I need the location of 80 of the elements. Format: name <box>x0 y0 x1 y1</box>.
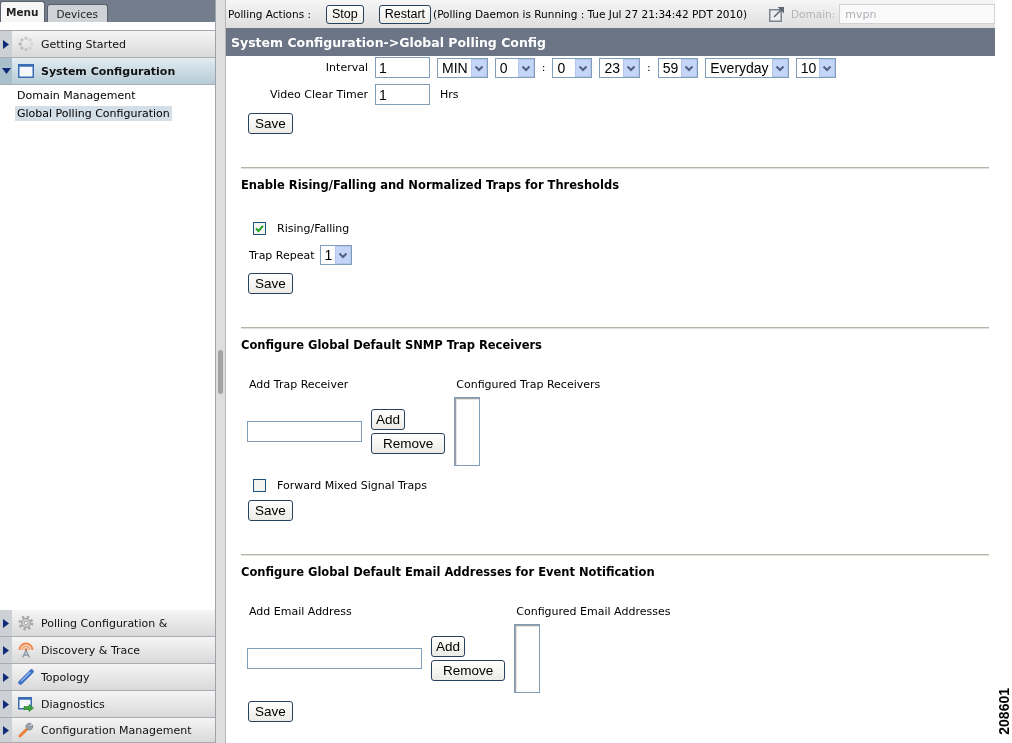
checkbox[interactable] <box>253 478 266 492</box>
section-heading: Enable Rising/Falling and Normalized Traps for Thresholds <box>241 178 620 192</box>
unit-label: Hrs <box>440 88 459 101</box>
add-button[interactable]: Add <box>371 409 406 430</box>
dropdown[interactable]: MIN <box>437 57 488 78</box>
accordion-item[interactable]: Diagnostics <box>0 691 215 718</box>
list-box[interactable] <box>514 624 541 693</box>
chevron-down-icon <box>681 58 698 77</box>
accordion-item[interactable]: Polling Configuration & <box>0 610 215 637</box>
field-label: Video Clear Timer <box>268 88 368 101</box>
chevron-down-icon <box>622 58 639 77</box>
chevron-down-icon <box>575 58 592 77</box>
accordion-item[interactable]: Discovery & Trace <box>0 637 215 664</box>
toolbar-label: Polling Actions : <box>228 8 312 20</box>
caret-right-icon <box>3 672 9 682</box>
status-text: (Polling Daemon is Running : Tue Jul 27 21:34:42 PDT 2010) <box>433 8 747 20</box>
field-label: Add Trap Receiver <box>248 378 350 391</box>
chevron-down-icon <box>517 58 534 77</box>
add-button[interactable]: Add <box>431 636 466 657</box>
time-separator: : <box>541 61 546 74</box>
caret-right-icon <box>3 699 9 709</box>
accordion-item[interactable]: System Configuration <box>0 58 215 85</box>
toolbar-button[interactable]: Restart <box>378 4 432 24</box>
section-heading: Configure Global Default SNMP Trap Receivers <box>241 338 542 352</box>
window-icon <box>18 63 34 79</box>
remove-button[interactable]: Remove <box>431 660 506 681</box>
text-field[interactable] <box>247 648 422 669</box>
save-button[interactable]: Save <box>248 500 293 521</box>
checkbox[interactable] <box>253 221 266 235</box>
wrench-icon <box>18 722 34 738</box>
field-label: Interval <box>324 61 368 74</box>
tree-item[interactable]: Global Polling Configuration <box>15 105 172 121</box>
text-field[interactable] <box>247 421 362 442</box>
dropdown[interactable]: 0 <box>494 57 535 78</box>
figure-number: 208601 <box>995 688 1012 735</box>
save-button[interactable]: Save <box>248 113 293 134</box>
caret-down-icon <box>1 68 11 74</box>
antenna-icon <box>18 642 34 658</box>
time-separator: : <box>646 61 651 74</box>
field-label: Trap Repeat <box>249 248 315 262</box>
caret-right-icon <box>3 39 9 49</box>
remove-button[interactable]: Remove <box>371 433 446 454</box>
external-link-icon[interactable] <box>769 6 785 22</box>
link-icon <box>18 669 34 685</box>
tree-item[interactable]: Domain Management <box>15 87 138 103</box>
chevron-down-icon <box>771 58 788 77</box>
accordion-item[interactable]: Getting Started <box>0 31 215 58</box>
checkbox-label: Rising/Falling <box>277 221 350 235</box>
save-button[interactable]: Save <box>248 701 293 722</box>
section-heading: Configure Global Default Email Addresses for Event Notification <box>241 565 655 579</box>
checkbox-label: Forward Mixed Signal Traps <box>277 478 428 492</box>
dropdown[interactable]: 59 <box>657 57 699 78</box>
caret-right-icon <box>3 725 9 735</box>
dotted-circle-icon <box>18 36 34 52</box>
page-header: System Configuration->Global Polling Config <box>226 28 995 56</box>
splitter-handle[interactable] <box>218 349 223 394</box>
text-field[interactable]: 1 <box>375 57 430 78</box>
dropdown[interactable]: 10 <box>795 57 837 78</box>
sidebar-tab[interactable]: Menu <box>0 1 45 22</box>
sidebar-tab[interactable]: Devices <box>46 4 108 22</box>
field-label: Add Email Address <box>248 605 353 618</box>
caret-right-icon <box>3 618 9 628</box>
dropdown[interactable]: 1 <box>319 245 353 265</box>
chevron-down-icon <box>335 246 352 264</box>
toolbar-button[interactable]: Stop <box>326 4 364 24</box>
domain-label: Domain: <box>791 8 836 20</box>
accordion-item[interactable]: Topology <box>0 664 215 691</box>
text-field[interactable]: 1 <box>375 84 430 105</box>
chevron-down-icon <box>819 58 836 77</box>
accordion-item[interactable]: Configuration Management <box>0 718 215 743</box>
dropdown[interactable]: 0 <box>552 57 593 78</box>
caret-right-icon <box>3 645 9 655</box>
gear-icon <box>18 615 34 631</box>
list-label: Configured Email Addresses <box>515 605 671 618</box>
save-button[interactable]: Save <box>248 273 293 294</box>
list-label: Configured Trap Receivers <box>455 378 601 391</box>
list-box[interactable] <box>454 397 481 466</box>
dropdown[interactable]: Everyday <box>705 57 789 78</box>
chevron-down-icon <box>470 58 487 77</box>
dropdown[interactable]: 23 <box>599 57 640 78</box>
